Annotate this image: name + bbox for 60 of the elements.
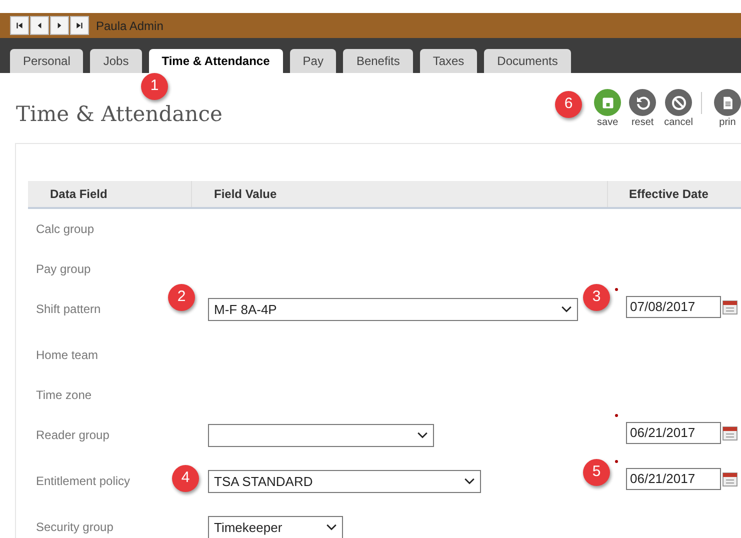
tab[interactable]: Benefits xyxy=(343,49,413,73)
field-label: Pay group xyxy=(36,262,91,276)
field-label: Security group xyxy=(36,520,114,534)
tab[interactable]: Taxes xyxy=(420,49,478,73)
calendar-icon[interactable] xyxy=(722,299,738,315)
value-dropdown[interactable] xyxy=(208,424,434,447)
last-icon xyxy=(75,21,84,30)
print-button[interactable] xyxy=(714,89,741,116)
prev-icon xyxy=(35,21,44,30)
value-dropdown[interactable]: M-F 8A-4P xyxy=(208,298,578,321)
tab[interactable]: Documents xyxy=(484,49,571,73)
value-dropdown[interactable]: TSA STANDARD xyxy=(208,470,481,493)
reset-icon xyxy=(634,94,651,110)
calendar-icon[interactable] xyxy=(722,425,738,441)
tab[interactable]: Pay xyxy=(290,49,336,73)
calendar-icon[interactable] xyxy=(722,471,738,487)
save-button[interactable] xyxy=(594,89,622,116)
callout-badge: 2 xyxy=(168,284,195,311)
field-label: Reader group xyxy=(36,428,110,442)
value-dropdown[interactable]: Timekeeper xyxy=(208,516,343,538)
date-field[interactable]: 06/21/2017 xyxy=(626,468,721,490)
column-header: Field Value xyxy=(191,181,607,207)
first-icon xyxy=(15,21,24,30)
field-label: Shift pattern xyxy=(36,302,101,316)
print-label: prin xyxy=(719,118,736,128)
page-title: Time & Attendance xyxy=(16,101,222,128)
callout-badge: 5 xyxy=(583,459,610,486)
cancel-button[interactable] xyxy=(665,89,692,116)
date-field[interactable]: 06/21/2017 xyxy=(626,422,721,444)
cancel-icon xyxy=(670,94,687,110)
chevron-down-icon xyxy=(464,478,475,485)
cancel-label: cancel xyxy=(664,118,693,128)
next-record-button[interactable] xyxy=(50,16,69,35)
field-label: Entitlement policy xyxy=(36,474,130,488)
callout-badge: 1 xyxy=(141,73,168,100)
tab[interactable]: Jobs xyxy=(90,49,142,73)
column-header: Data Field xyxy=(49,186,108,203)
record-name: Paula Admin xyxy=(96,18,164,34)
tab[interactable]: Time & Attendance xyxy=(148,49,283,73)
last-record-button[interactable] xyxy=(70,16,89,35)
callout-badge: 4 xyxy=(172,465,199,492)
reset-button[interactable] xyxy=(629,89,656,116)
chevron-down-icon xyxy=(417,432,428,439)
callout-badge: 6 xyxy=(555,91,582,118)
next-icon xyxy=(55,21,64,30)
field-label: Time zone xyxy=(36,388,92,402)
first-record-button[interactable] xyxy=(10,16,29,35)
document-icon xyxy=(720,96,734,110)
save-label: save xyxy=(597,118,618,128)
save-icon xyxy=(600,96,615,110)
chevron-down-icon xyxy=(326,524,337,531)
reset-label: reset xyxy=(631,118,654,128)
chevron-down-icon xyxy=(561,306,572,313)
field-label: Home team xyxy=(36,348,98,362)
date-field[interactable]: 07/08/2017 xyxy=(626,296,721,318)
prev-record-button[interactable] xyxy=(30,16,49,35)
field-label: Calc group xyxy=(36,222,94,236)
column-header: Effective Date xyxy=(607,181,741,207)
callout-badge: 3 xyxy=(583,284,610,311)
tab[interactable]: Personal xyxy=(10,49,84,73)
